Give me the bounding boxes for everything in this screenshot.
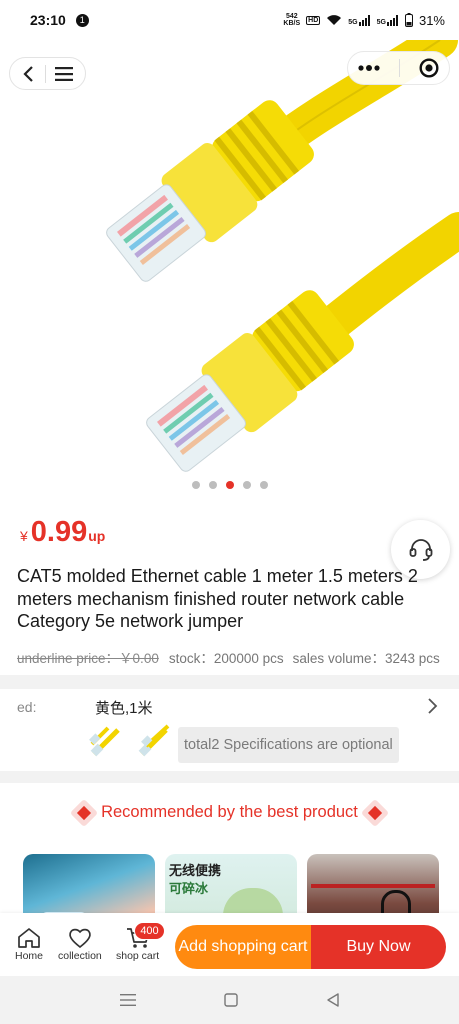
card-2-text-1: 无线便携: [169, 863, 222, 878]
tab-home[interactable]: Home: [15, 927, 43, 962]
tab-collection-label: collection: [58, 950, 102, 962]
gallery-dot[interactable]: [225, 481, 234, 489]
product-meta: underline price：￥0.00 stock：200000 pcs s…: [17, 647, 457, 667]
tab-collection[interactable]: collection: [58, 927, 102, 962]
underline-price: underline price：￥0.00: [17, 651, 159, 666]
product-page: 23:10 1 542 KB/S HD 5G 5G 31% ¥ 0.99 up …: [0, 0, 459, 1024]
nav-pill-divider: [44, 64, 46, 83]
diamond-icon: [77, 805, 92, 820]
menu-icon[interactable]: [54, 66, 73, 81]
stock-count: stock：200000 pcs: [168, 651, 284, 666]
chevron-right-icon[interactable]: [426, 698, 438, 714]
back-icon[interactable]: [22, 65, 36, 82]
target-icon[interactable]: [419, 58, 439, 78]
battery-percent: 31%: [418, 12, 445, 28]
recommend-title: Recommended by the best product: [101, 803, 358, 821]
price: ¥ 0.99 up: [20, 516, 105, 549]
heart-icon: [69, 928, 91, 949]
signal-5g-icon: 5G: [348, 14, 370, 26]
price-suffix: up: [88, 528, 106, 544]
gallery-pagination: [0, 481, 459, 489]
product-image: [106, 40, 459, 472]
sales-volume: sales volume：3243 pcs: [292, 651, 440, 666]
add-to-cart-button[interactable]: Add shopping cart: [175, 925, 311, 969]
status-bar: 23:10 1 542 KB/S HD 5G 5G 31%: [0, 0, 459, 40]
home-icon: [18, 928, 40, 948]
cart-count-badge: 400: [134, 922, 165, 940]
hd-icon: HD: [306, 15, 321, 25]
price-currency: ¥: [20, 528, 28, 544]
spec-optional-hint: total2 Specifications are optional: [178, 727, 399, 763]
buy-now-button[interactable]: Buy Now: [311, 925, 446, 969]
card-3-shelf: [311, 884, 435, 888]
spec-value: 黄色,1米: [95, 700, 153, 717]
nav-home-icon[interactable]: [223, 993, 238, 1007]
status-icons: 542 KB/S HD 5G 5G 31%: [283, 13, 445, 28]
card-2-text-2: 可碎冰: [169, 881, 209, 896]
product-info: ¥ 0.99 up CAT5 molded Ethernet cable 1 m…: [0, 510, 459, 675]
miniapp-capsule: [347, 51, 450, 85]
bottom-action-bar: Home collection shop cart 400 Add shoppi…: [0, 913, 459, 976]
network-speed: 542 KB/S: [283, 13, 301, 27]
tab-home-label: Home: [15, 950, 44, 962]
capsule-divider: [398, 59, 400, 77]
status-time: 23:10: [30, 12, 66, 28]
spec-thumbnail-2[interactable]: [136, 724, 172, 760]
gallery-dot[interactable]: [208, 481, 217, 489]
signal-5g-icon-2: 5G: [377, 14, 399, 26]
wifi-icon: [327, 15, 342, 25]
gallery-dot[interactable]: [259, 481, 268, 489]
system-navigation-bar: [0, 976, 459, 1024]
diamond-icon-right: [367, 805, 382, 820]
notification-count-badge: 1: [75, 13, 89, 27]
spec-label: ed:: [17, 699, 37, 715]
nav-menu-icon[interactable]: [119, 993, 136, 1007]
product-image-gallery[interactable]: [0, 40, 459, 510]
customer-service-icon: [409, 538, 432, 561]
product-title: CAT5 molded Ethernet cable 1 meter 1.5 m…: [17, 566, 418, 631]
recommend-heading: Recommended by the best product: [0, 803, 459, 822]
gallery-dot[interactable]: [242, 481, 251, 489]
gallery-dot[interactable]: [191, 481, 200, 489]
tab-cart-label: shop cart: [116, 950, 160, 962]
price-value: 0.99: [30, 516, 88, 548]
spec-thumbnail-1[interactable]: [88, 724, 124, 760]
battery-icon: [404, 13, 413, 27]
nav-pill: [9, 57, 86, 90]
more-icon[interactable]: [358, 65, 380, 71]
spec-selector[interactable]: ed: 黄色,1米 total2 Specifications are opti…: [0, 689, 459, 771]
nav-back-icon[interactable]: [326, 993, 340, 1007]
